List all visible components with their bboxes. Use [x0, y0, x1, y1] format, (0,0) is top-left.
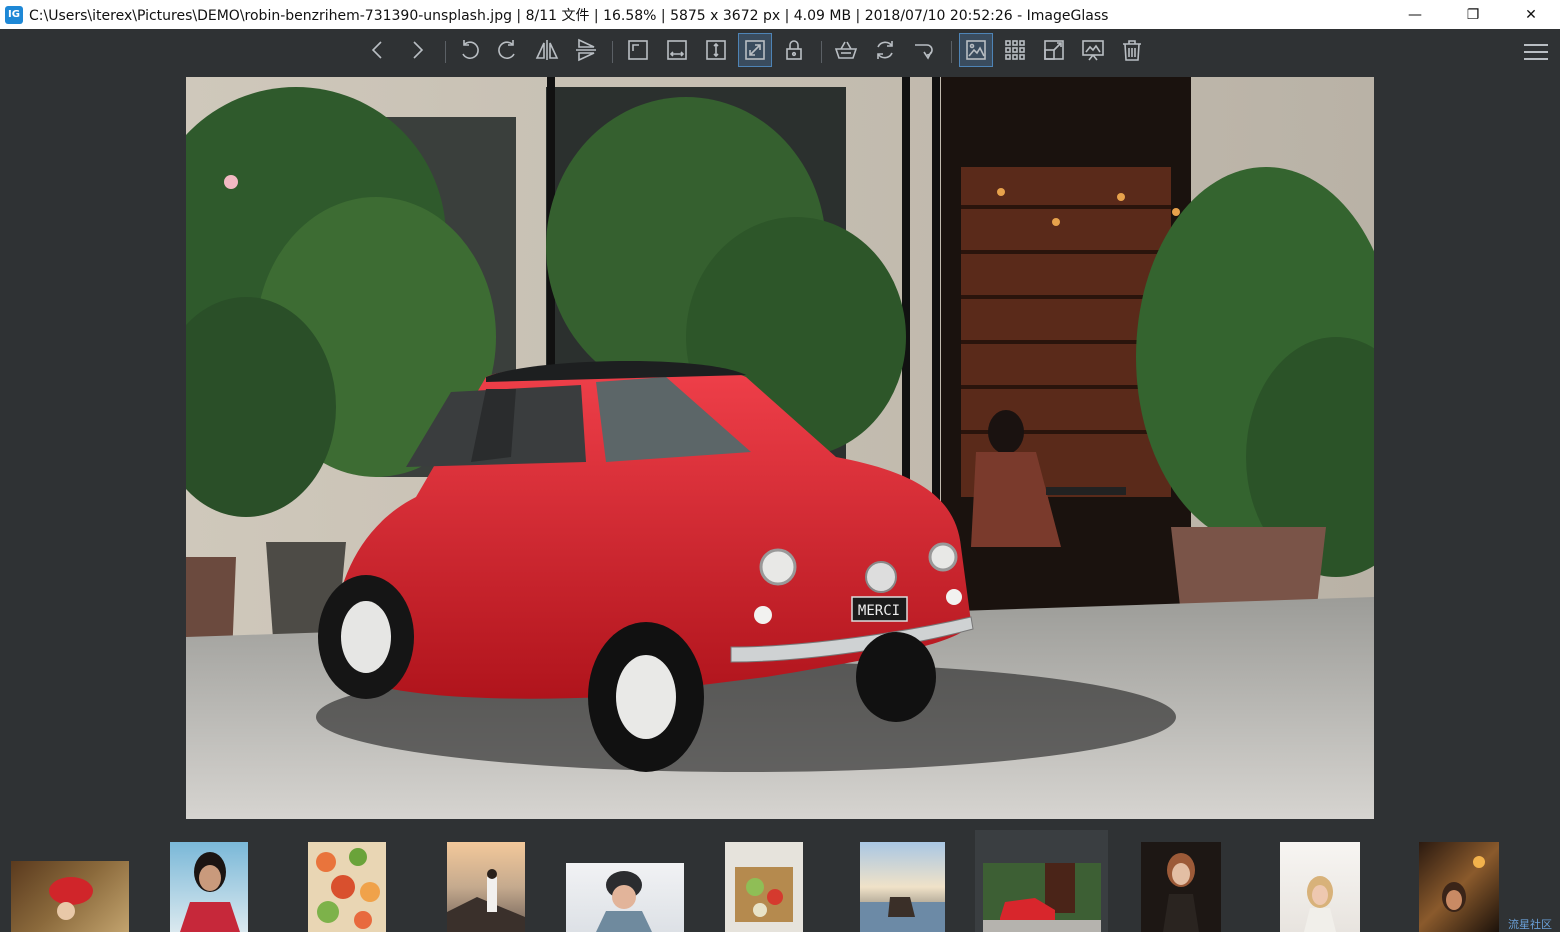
lock-icon	[786, 40, 802, 60]
close-button[interactable]: ✕	[1502, 0, 1560, 29]
scale-to-fill-button[interactable]	[829, 33, 863, 67]
actual-size-button[interactable]	[621, 33, 655, 67]
thumbnail-image	[1163, 853, 1199, 932]
image-icon	[966, 40, 986, 60]
slideshow-icon	[1082, 40, 1104, 61]
image-viewer[interactable]: MERCI	[186, 77, 1374, 819]
thumbnail-image	[1304, 876, 1336, 932]
refresh-icon	[877, 41, 893, 59]
thumbnail-10[interactable]	[1280, 842, 1360, 932]
thumbnail-image	[983, 863, 1101, 932]
thumbnail-8-selected[interactable]	[975, 830, 1108, 932]
toolbar-separator	[612, 41, 613, 63]
goto-image-button[interactable]	[907, 33, 941, 67]
thumbnail-image	[180, 852, 240, 932]
fullscreen-button[interactable]	[1037, 33, 1071, 67]
rotate-right-button[interactable]	[491, 33, 525, 67]
thumbnail-4[interactable]	[447, 842, 525, 932]
slideshow-button[interactable]	[1076, 33, 1110, 67]
flip-vertical-button[interactable]	[569, 33, 603, 67]
title-bar: IG C:\Users\iterex\Pictures\DEMO\robin-b…	[0, 0, 1560, 29]
thumbnail-9[interactable]	[1141, 842, 1221, 932]
restore-button[interactable]: ❐	[1444, 0, 1502, 29]
rotate-left-button[interactable]	[452, 33, 486, 67]
flip-horizontal-icon	[535, 40, 559, 60]
toolbar-separator	[951, 41, 952, 63]
thumbnail-image	[49, 877, 93, 920]
thumbnail-image	[860, 897, 945, 932]
menu-bar-line	[1524, 58, 1548, 60]
window-title: C:\Users\iterex\Pictures\DEMO\robin-benz…	[29, 7, 1109, 24]
basket-icon	[834, 41, 858, 59]
toolbar	[0, 29, 1560, 75]
fit-height-button[interactable]	[699, 33, 733, 67]
flip-horizontal-button[interactable]	[530, 33, 564, 67]
thumbnail-image	[735, 867, 793, 922]
rotate-right-icon	[498, 40, 515, 60]
minimize-button[interactable]: —	[1386, 0, 1444, 29]
license-plate-text: MERCI	[858, 603, 900, 619]
chevron-right-icon	[413, 41, 424, 59]
delete-button[interactable]	[1115, 33, 1149, 67]
fit-height-icon	[706, 40, 726, 60]
trash-icon	[1123, 40, 1141, 61]
menu-bar-line	[1524, 44, 1548, 46]
chevron-left-icon	[371, 41, 382, 59]
main-photo-red-car: MERCI	[186, 77, 1374, 819]
thumbnail-image	[447, 869, 525, 932]
previous-image-button[interactable]	[361, 33, 395, 67]
menu-button[interactable]	[1522, 39, 1550, 65]
lock-zoom-button[interactable]	[777, 33, 811, 67]
next-image-button[interactable]	[400, 33, 434, 67]
thumbnail-image	[316, 848, 380, 929]
fit-width-button[interactable]	[660, 33, 694, 67]
thumbnail-image	[1442, 856, 1485, 912]
fullscreen-icon	[1044, 40, 1064, 60]
thumbnail-7[interactable]	[860, 842, 945, 932]
thumbnail-11[interactable]	[1419, 842, 1499, 932]
thumbnail-1[interactable]	[11, 861, 129, 932]
goto-arrow-icon	[915, 44, 933, 60]
watermark-text: 流星社区	[1508, 918, 1552, 931]
actual-size-icon	[628, 40, 648, 60]
thumbnail-5[interactable]	[566, 863, 684, 932]
auto-zoom-button[interactable]	[738, 33, 772, 67]
toolbar-separator	[821, 41, 822, 63]
menu-bar-line	[1524, 51, 1548, 53]
grid-icon	[1005, 40, 1025, 60]
thumbnail-2[interactable]	[170, 842, 248, 932]
thumbnail-bar: 流星社区	[0, 828, 1560, 932]
auto-zoom-icon	[745, 40, 765, 60]
thumbnail-3[interactable]	[308, 842, 386, 932]
flip-vertical-icon	[576, 38, 596, 62]
refresh-button[interactable]	[868, 33, 902, 67]
thumbnail-image	[596, 871, 652, 932]
toolbar-separator	[445, 41, 446, 63]
imageglass-app-icon[interactable]: IG	[5, 5, 23, 24]
thumbnail-6[interactable]	[725, 842, 803, 932]
checkerboard-button[interactable]	[959, 33, 993, 67]
thumbnail-bar-button[interactable]	[998, 33, 1032, 67]
rotate-left-icon	[462, 40, 479, 60]
fit-width-icon	[667, 40, 687, 60]
